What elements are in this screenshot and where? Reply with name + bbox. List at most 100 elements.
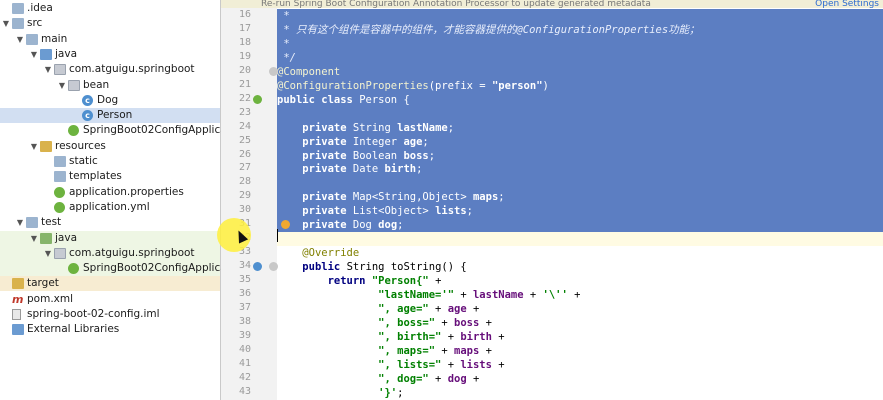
tree-item--idea[interactable]: .idea (0, 1, 220, 16)
tree-item-static[interactable]: static (0, 154, 220, 169)
notification-banner: Re-run Spring Boot Configuration Annotat… (221, 0, 883, 8)
fold-marker-icon[interactable] (269, 66, 278, 76)
code-line[interactable]: public class Person { (277, 92, 883, 107)
code-line[interactable] (277, 176, 883, 191)
code-line[interactable] (277, 106, 883, 121)
code-line[interactable]: return "Person{" + (277, 274, 883, 288)
code-line[interactable]: private Boolean boss; (277, 148, 883, 163)
expand-arrow-icon[interactable]: ▼ (58, 78, 66, 93)
code-line[interactable]: private Date birth; (277, 162, 883, 177)
line-number: 43 (238, 385, 251, 397)
line-number: 26 (238, 148, 251, 160)
tree-item-pom-xml[interactable]: m pom.xml (0, 292, 220, 307)
code-token: Map<String,Object> (352, 191, 473, 204)
tree-item-com-atguigu-springboot[interactable]: ▼ com.atguigu.springboot (0, 62, 220, 77)
tree-item-springboot02configapplicationt[interactable]: SpringBoot02ConfigApplicationT (0, 261, 253, 277)
line-number: 17 (238, 22, 251, 34)
expand-arrow-icon[interactable]: ▼ (30, 47, 38, 62)
code-line[interactable]: ", age=" + age + (277, 302, 883, 316)
code-token: dog (447, 372, 467, 385)
code-line[interactable]: * (277, 36, 883, 51)
tree-item-application-yml[interactable]: application.yml (0, 200, 220, 215)
code-token: + (466, 372, 480, 385)
tree-item-java[interactable]: ▼ java (0, 47, 220, 62)
code-token: Person { (359, 93, 410, 106)
code-line[interactable]: ", birth=" + birth + (277, 330, 883, 344)
line-number: 35 (238, 274, 251, 286)
tree-item-target[interactable]: target (0, 276, 220, 292)
expand-arrow-icon[interactable]: ▼ (2, 16, 10, 31)
tree-item-test[interactable]: ▼ test (0, 215, 220, 230)
code-line[interactable]: public String toString() { (277, 260, 883, 274)
tree-item-main[interactable]: ▼ main (0, 32, 220, 47)
code-token: private (302, 163, 353, 176)
folder-icon (40, 140, 52, 152)
code-token: + (454, 289, 473, 301)
code-line[interactable]: "lastName='" + lastName + '\'' + (277, 288, 883, 302)
tree-item-application-properties[interactable]: application.properties (0, 185, 220, 200)
code-line[interactable]: @Component (277, 64, 883, 79)
code-line[interactable]: @ConfigurationProperties(prefix = "perso… (277, 78, 883, 93)
code-token: private (302, 135, 353, 148)
folder-icon (26, 33, 38, 45)
line-number: 23 (238, 106, 251, 118)
tree-item-label: com.atguigu.springboot (69, 63, 195, 76)
class-icon: c (82, 110, 93, 122)
code-token: + (491, 330, 505, 343)
code-line[interactable]: ", lists=" + lists + (277, 358, 883, 372)
code-line[interactable]: private List<Object> lists; (277, 204, 883, 219)
code-editor[interactable]: Re-run Spring Boot Configuration Annotat… (221, 0, 883, 400)
line-number: 28 (238, 176, 251, 188)
open-settings-link[interactable]: Open Settings (815, 0, 879, 8)
code-line[interactable]: private String lastName; (277, 120, 883, 135)
text-caret (277, 229, 278, 242)
spring-bean-gutter-icon[interactable] (253, 94, 262, 104)
tree-item-label: Person (97, 109, 133, 122)
tree-item-src[interactable]: ▼ src (0, 16, 220, 31)
tree-item-resources[interactable]: ▼ resources (0, 139, 220, 154)
line-number: 41 (238, 357, 251, 369)
code-line[interactable]: ", boss=" + boss + (277, 316, 883, 330)
tree-item-label: test (41, 216, 62, 229)
tree-item-springboot02configapplication[interactable]: SpringBoot02ConfigApplication (0, 123, 247, 138)
expand-arrow-icon[interactable]: ▼ (16, 215, 24, 230)
code-line[interactable]: ", maps=" + maps + (277, 344, 883, 358)
tree-item-external-libraries[interactable]: External Libraries (0, 322, 220, 337)
code-token: private (302, 149, 353, 162)
expand-arrow-icon[interactable]: ▼ (16, 32, 24, 47)
code-token: lists (435, 205, 467, 218)
code-line[interactable]: private Dog dog; (277, 218, 883, 233)
tree-item-templates[interactable]: templates (0, 169, 220, 184)
expand-arrow-icon[interactable]: ▼ (30, 231, 38, 246)
spring-leaf-icon (54, 201, 65, 213)
code-line[interactable]: ", dog=" + dog + (277, 372, 883, 386)
expand-arrow-icon[interactable]: ▼ (44, 246, 52, 261)
code-line[interactable]: */ (277, 50, 883, 65)
tree-item-person[interactable]: c Person (0, 108, 220, 124)
code-token: '}' (378, 386, 398, 399)
code-token: ; (397, 219, 404, 232)
code-line[interactable]: private Map<String,Object> maps; (277, 190, 883, 205)
tree-item-bean[interactable]: ▼ bean (0, 78, 220, 93)
code-token: @Override (302, 247, 360, 260)
tree-item-dog[interactable]: c Dog (0, 93, 220, 108)
code-line[interactable] (277, 232, 883, 247)
code-line[interactable]: '}'; (277, 386, 883, 400)
code-line[interactable]: * 只有这个组件是容器中的组件，才能容器提供的@ConfigurationPro… (277, 22, 883, 37)
expand-arrow-icon[interactable]: ▼ (30, 139, 38, 154)
code-line[interactable]: private Integer age; (277, 134, 883, 149)
code-line[interactable]: @Override (277, 246, 883, 260)
code-line[interactable]: * (277, 9, 883, 23)
expand-arrow-icon[interactable]: ▼ (44, 62, 52, 77)
code-token: String (352, 121, 398, 134)
tree-item-java[interactable]: ▼ java (0, 230, 220, 246)
code-token: * 只有这个组件是容器中的组件，才能容器提供的@ConfigurationPro… (277, 23, 700, 36)
tree-item-spring-boot-02-config-iml[interactable]: spring-boot-02-config.iml (0, 307, 220, 322)
code-token: + (435, 316, 455, 329)
tree-item-com-atguigu-springboot[interactable]: ▼ com.atguigu.springboot (0, 245, 220, 261)
